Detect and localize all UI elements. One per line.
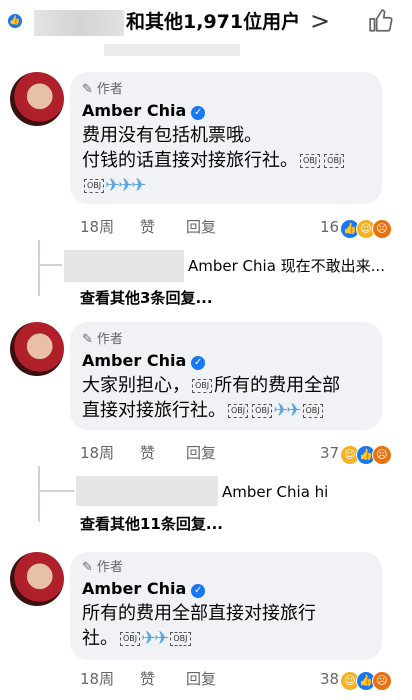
reply-button[interactable]: 回复: [186, 216, 216, 238]
object-replacement-icon: OBJ: [84, 179, 105, 193]
reactions-summary-text: 和其他1,971位用户: [126, 11, 301, 33]
comment-text-line: 社。 OBJ ✈✈ OBJ: [82, 627, 193, 651]
pencil-icon: ✎: [82, 560, 93, 575]
like-button[interactable]: 赞: [140, 668, 155, 690]
object-replacement-icon: OBJ: [228, 404, 249, 418]
thread-line: [38, 240, 40, 296]
avatar[interactable]: [10, 552, 64, 606]
emoji-line: OBJ ✈✈✈: [82, 174, 147, 198]
thread-branch: [38, 264, 62, 266]
comment-bubble: ✎ 作者 Amber Chia ✓ 大家别担心， OBJ 所有的费用全部 直接对接旅行社…: [70, 322, 382, 430]
airplane-icon: ✈: [286, 400, 302, 421]
avatar[interactable]: [10, 322, 64, 376]
reaction-count: 16: [320, 218, 340, 236]
angry-reaction-icon: ☹: [371, 445, 392, 465]
avatar[interactable]: [10, 72, 64, 126]
object-replacement-icon: OBJ: [302, 404, 323, 418]
pencil-icon: ✎: [82, 82, 93, 97]
pencil-icon: ✎: [82, 332, 93, 347]
blurred-reply-avatar: [76, 476, 218, 506]
reaction-summary[interactable]: 38 ☺ 👍 ☹: [320, 668, 392, 691]
author-badge: ✎ 作者: [82, 82, 123, 97]
commenter-name[interactable]: Amber Chia ✓: [82, 350, 206, 372]
view-more-replies[interactable]: 查看其他3条回复...: [80, 288, 213, 308]
object-replacement-icon: OBJ: [324, 154, 345, 168]
like-button[interactable]: 赞: [140, 442, 155, 464]
comment-text-line: 付钱的话直接对接旅行社。 OBJ OBJ: [82, 149, 346, 173]
verified-icon: ✓: [191, 584, 206, 598]
angry-reaction-icon: ☹: [371, 219, 392, 239]
reaction-count: 38: [320, 670, 340, 688]
verified-icon: ✓: [191, 356, 206, 370]
comment-bubble: ✎ 作者 Amber Chia ✓ 所有的费用全部直接对接旅行 社。 OBJ ✈✈ OBJ: [70, 552, 382, 660]
object-replacement-icon: OBJ: [170, 632, 191, 646]
thread-branch: [38, 490, 74, 492]
object-replacement-icon: OBJ: [192, 379, 213, 393]
comment-time: 18周: [80, 218, 115, 236]
verified-icon: ✓: [191, 106, 206, 120]
comment-text-line: 所有的费用全部直接对接旅行: [82, 603, 316, 624]
comment-time: 18周: [80, 444, 115, 462]
commenter-name[interactable]: Amber Chia ✓: [82, 100, 206, 122]
reaction-summary[interactable]: 16 👍 ☺ ☹: [320, 216, 392, 239]
commenter-name[interactable]: Amber Chia ✓: [82, 578, 206, 600]
comment-text-line: 直接对接旅行社。 OBJ OBJ ✈✈ OBJ: [82, 399, 325, 423]
blurred-strip: [104, 44, 240, 56]
blurred-reply-avatar: [64, 250, 184, 282]
reaction-count: 37: [320, 444, 340, 462]
object-replacement-icon: OBJ: [120, 632, 141, 646]
chevron-right-icon[interactable]: >: [310, 6, 330, 36]
comment-time: 18周: [80, 670, 115, 688]
airplane-icon: ✈: [154, 628, 170, 649]
comment-text-line: 大家别担心， OBJ 所有的费用全部: [82, 375, 341, 396]
reply-button[interactable]: 回复: [186, 442, 216, 464]
like-button[interactable]: 赞: [140, 216, 155, 238]
author-badge: ✎ 作者: [82, 560, 123, 575]
object-replacement-icon: OBJ: [300, 154, 321, 168]
object-replacement-icon: OBJ: [252, 404, 273, 418]
angry-reaction-icon: ☹: [371, 671, 392, 691]
comment-bubble: ✎ 作者 Amber Chia ✓ 费用没有包括机票哦。 付钱的话直接对接旅行社。 O…: [70, 72, 382, 204]
author-badge: ✎ 作者: [82, 332, 123, 347]
reply-preview[interactable]: Amber Chia hi: [222, 482, 328, 502]
view-more-replies[interactable]: 查看其他11条回复...: [80, 514, 223, 534]
reply-preview[interactable]: Amber Chia 现在不敢出来...: [188, 256, 385, 276]
reaction-summary[interactable]: 37 ☺ 👍 ☹: [320, 442, 392, 465]
reactions-summary-bar[interactable]: 👍 和其他1,971位用户 >: [0, 0, 412, 44]
thread-line: [38, 466, 40, 522]
airplane-icon: ✈: [131, 175, 147, 196]
thumb-up-icon[interactable]: [368, 8, 394, 34]
like-icon: 👍: [8, 14, 22, 28]
comment-text-line: 费用没有包括机票哦。: [82, 125, 262, 146]
blurred-names: [34, 10, 124, 36]
reply-button[interactable]: 回复: [186, 668, 216, 690]
